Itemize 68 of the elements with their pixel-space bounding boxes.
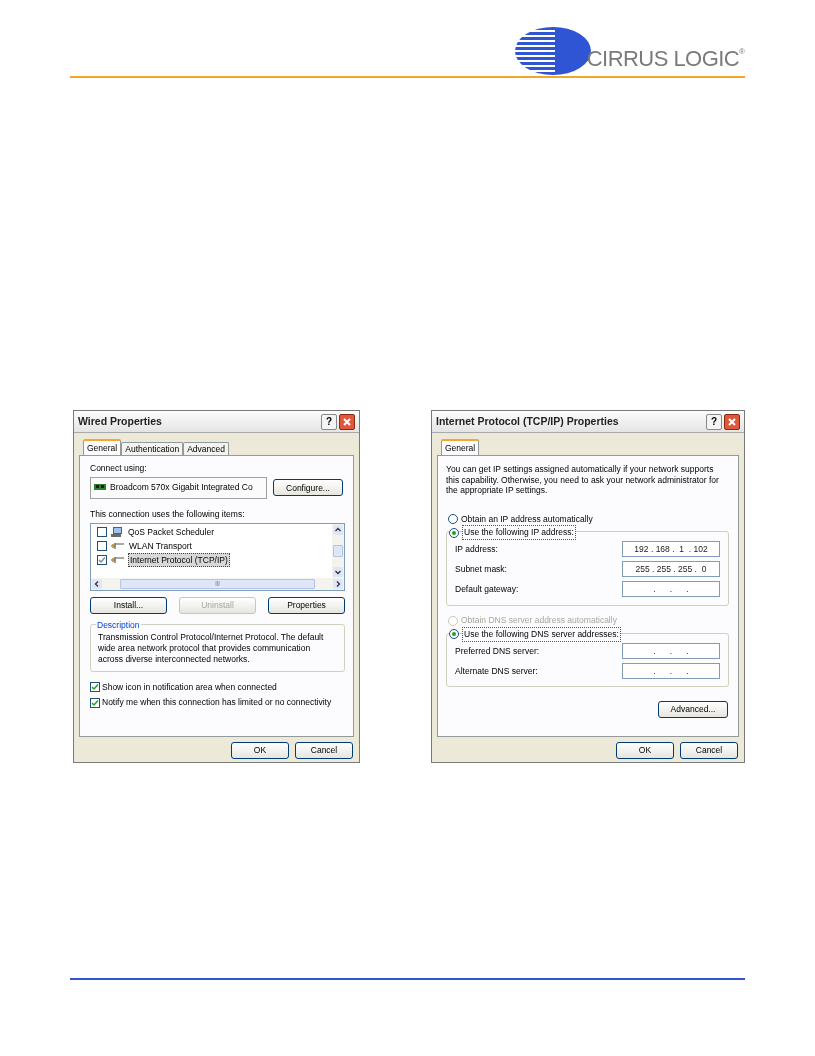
list-item[interactable]: QoS Packet Scheduler xyxy=(127,525,215,539)
scroll-down-icon xyxy=(333,566,343,577)
checkbox[interactable] xyxy=(97,541,107,551)
radio-label: Use the following IP address: xyxy=(462,525,576,540)
action-button[interactable]: Properties xyxy=(268,596,345,614)
scroll-left-icon xyxy=(92,578,102,589)
logo-text: CIRRUS LOGIC xyxy=(586,48,740,70)
radio-button[interactable] xyxy=(449,527,459,538)
network-plug-icon xyxy=(111,542,124,550)
close-button[interactable] xyxy=(724,413,740,430)
computer-icon xyxy=(111,526,123,538)
checkbox-label: Notify me when this connection has limited or no connectivity xyxy=(102,696,332,709)
trademark-mark: ® xyxy=(739,46,745,56)
intro-text: You can get IP settings assigned automatically if your network supports this capability. Otherwise, you need to ask your network administrator for the appropriate IP settings. xyxy=(446,464,720,496)
advanced-button[interactable]: Advanced... xyxy=(658,701,728,718)
checkbox-label: Show icon in notification area when connected xyxy=(102,680,277,694)
radio-label: Obtain DNS server address automatically xyxy=(461,614,617,627)
dialog-button[interactable]: OK xyxy=(231,742,289,759)
field-label: Alternate DNS server: xyxy=(455,664,538,678)
group-legend: Description xyxy=(96,618,141,632)
checkbox[interactable] xyxy=(90,697,100,708)
scroll-thumb[interactable] xyxy=(120,578,315,589)
dialog-button[interactable]: Cancel xyxy=(295,742,353,759)
radio-button[interactable] xyxy=(449,629,459,640)
field-label: IP address: xyxy=(455,542,498,556)
field-label: Preferred DNS server: xyxy=(455,644,540,658)
checkbox[interactable] xyxy=(97,555,107,565)
description-text: Transmission Control Protocol/Internet Protocol. The default wide area network protocol that provides communication across diverse interconnected networks. xyxy=(98,631,325,665)
field-label: Connect using: xyxy=(90,462,148,475)
radio-label: Obtain an IP address automatically xyxy=(461,512,593,526)
tab[interactable]: Authentication xyxy=(121,442,184,455)
close-icon xyxy=(342,416,352,427)
grip-icon xyxy=(215,581,220,587)
vertical-scrollbar[interactable] xyxy=(332,523,344,578)
configure-button[interactable]: Configure... xyxy=(273,479,343,497)
close-icon xyxy=(727,416,737,427)
scroll-thumb[interactable] xyxy=(333,544,343,557)
ip-address-field[interactable]: . . . xyxy=(622,643,720,659)
tab[interactable]: General xyxy=(83,439,122,455)
adapter-name: Broadcom 570x Gigabit Integrated Co xyxy=(110,481,253,495)
checkbox[interactable] xyxy=(97,527,107,537)
ip-address-field[interactable]: 255 . 255 . 255 . 0 xyxy=(622,561,720,578)
list-item[interactable]: Internet Protocol (TCP/IP) xyxy=(128,552,230,568)
action-button[interactable]: Install... xyxy=(90,596,167,614)
checkbox[interactable] xyxy=(90,681,100,692)
network-plug-icon xyxy=(111,556,124,564)
dialog-button[interactable]: Cancel xyxy=(680,742,738,759)
close-button[interactable] xyxy=(339,413,355,430)
ip-address-field[interactable]: . . . xyxy=(622,663,720,679)
dialog-button[interactable]: OK xyxy=(616,742,674,759)
window-title: Internet Protocol (TCP/IP) Properties xyxy=(436,413,619,429)
field-label: This connection uses the following items: xyxy=(90,507,246,521)
radio-label: Use the following DNS server addresses: xyxy=(462,627,621,642)
tab[interactable]: Advanced xyxy=(183,442,229,455)
ip-address-field[interactable]: . . . xyxy=(622,581,720,598)
tab[interactable]: General xyxy=(441,439,480,455)
horizontal-scrollbar[interactable] xyxy=(91,577,344,590)
list-item[interactable]: WLAN Transport xyxy=(128,539,193,553)
field-label: Subnet mask: xyxy=(455,562,507,576)
help-button[interactable]: ? xyxy=(321,413,337,430)
scroll-right-icon xyxy=(333,578,343,589)
ip-address-field[interactable]: 192 . 168 . 1 . 102 xyxy=(622,541,720,558)
network-card-icon xyxy=(94,484,106,492)
field-label: Default gateway: xyxy=(455,582,519,596)
window-title: Wired Properties xyxy=(78,413,162,429)
scroll-up-icon xyxy=(333,524,343,535)
radio-button[interactable] xyxy=(448,513,458,524)
help-button[interactable]: ? xyxy=(706,413,722,430)
